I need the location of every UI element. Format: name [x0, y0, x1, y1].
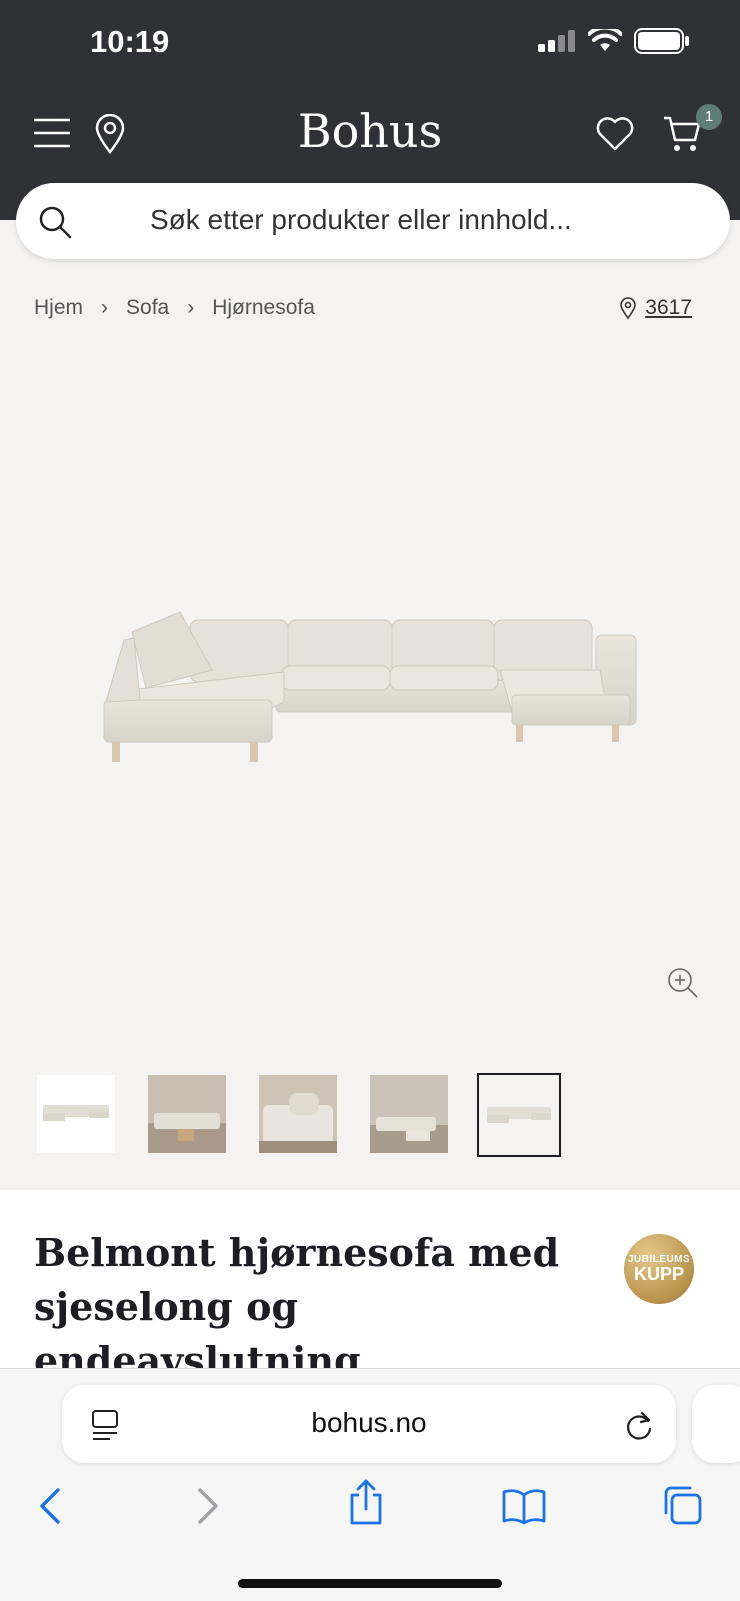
store-selector[interactable]: 3617 [619, 296, 692, 320]
reload-icon[interactable] [624, 1409, 654, 1441]
status-time: 10:19 [90, 24, 170, 59]
share-icon[interactable] [348, 1479, 384, 1525]
status-icons [538, 28, 690, 54]
thumbnail-4[interactable] [370, 1075, 448, 1153]
cart-count-badge: 1 [696, 104, 722, 130]
forward-icon[interactable] [196, 1487, 222, 1525]
heart-icon[interactable] [596, 116, 634, 152]
location-pin-icon [620, 297, 637, 319]
search-input[interactable]: Søk etter produkter eller innhold... [150, 204, 572, 236]
thumbnail-3[interactable] [259, 1075, 337, 1153]
zoom-in-icon[interactable] [666, 966, 700, 1000]
address-bar[interactable]: bohus.no [62, 1385, 676, 1463]
breadcrumb: Hjem › Sofa › Hjørnesofa [34, 296, 333, 320]
back-icon[interactable] [36, 1487, 62, 1525]
browser-toolbar: bohus.no [0, 1368, 740, 1601]
bookmarks-icon[interactable] [502, 1487, 546, 1525]
url-text[interactable]: bohus.no [62, 1407, 676, 1439]
tabs-icon[interactable] [662, 1485, 702, 1525]
search-bar[interactable]: Søk etter produkter eller innhold... [16, 183, 730, 259]
thumbnail-1[interactable] [37, 1075, 115, 1153]
breadcrumb-sofa[interactable]: Sofa [126, 296, 169, 320]
search-icon [39, 206, 72, 239]
chevron-right-icon: › [187, 296, 195, 319]
thumbnail-2[interactable] [148, 1075, 226, 1153]
home-indicator [238, 1579, 502, 1588]
jubileumskupp-badge: JUBILEUMS KUPP [624, 1234, 694, 1304]
product-image[interactable] [0, 340, 740, 1040]
badge-line-2: KUPP [633, 1264, 684, 1284]
breadcrumb-home[interactable]: Hjem [34, 296, 83, 320]
store-number[interactable]: 3617 [645, 296, 692, 320]
signal-icon [538, 30, 575, 52]
product-info: Belmont hjørnesofa med sjeselong og ende… [0, 1190, 740, 1383]
thumbnail-5[interactable] [477, 1073, 561, 1157]
breadcrumb-hjornesofa[interactable]: Hjørnesofa [212, 296, 315, 320]
next-tab-preview[interactable] [692, 1385, 740, 1463]
product-title: Belmont hjørnesofa med sjeselong og ende… [34, 1230, 560, 1383]
chevron-right-icon: › [101, 296, 109, 319]
wifi-icon [588, 29, 622, 51]
battery-icon [634, 28, 689, 54]
